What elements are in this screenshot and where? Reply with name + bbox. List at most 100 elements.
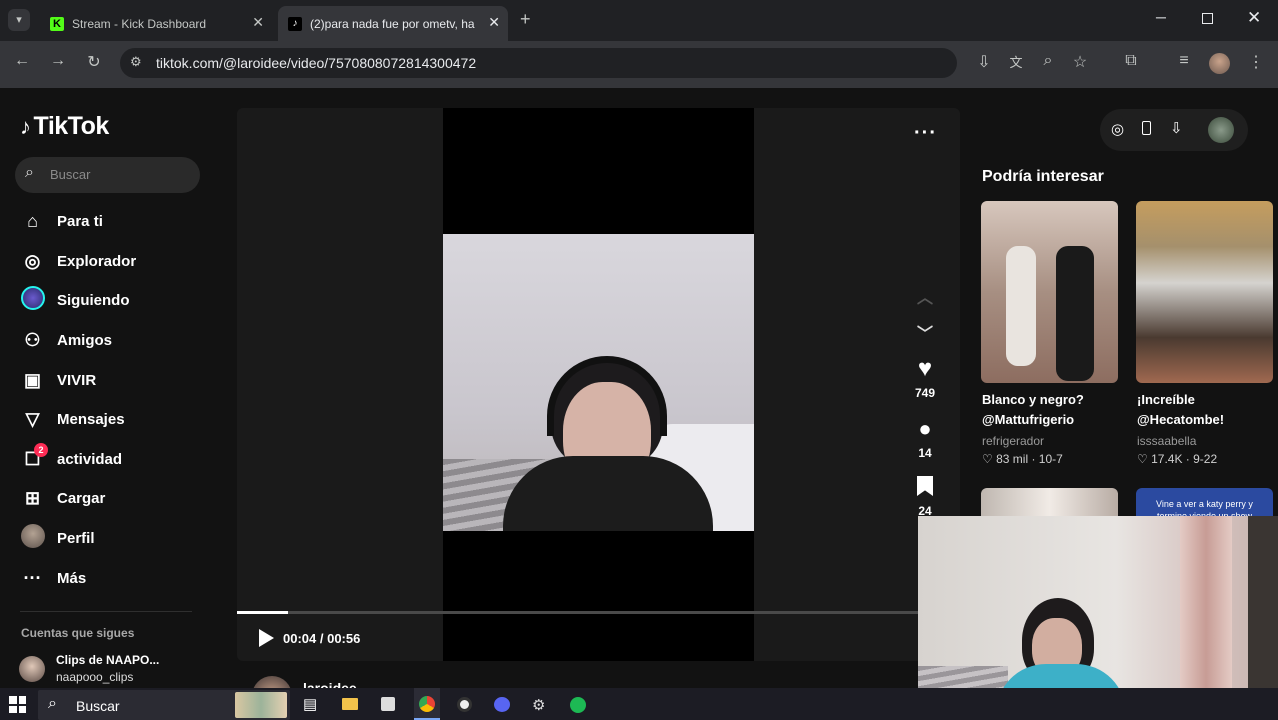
- device-icon[interactable]: [1142, 121, 1151, 135]
- explore-icon[interactable]: ◎: [1111, 120, 1124, 138]
- card-thumbnail: [1056, 246, 1094, 381]
- next-video-icon[interactable]: ﹀: [910, 320, 940, 344]
- person-body: [503, 456, 713, 531]
- tab-tiktok[interactable]: ♪ (2)para nada fue por ometv, ha ✕: [278, 6, 508, 41]
- minimize-icon[interactable]: ─: [1156, 9, 1166, 25]
- sidebar-item-vivir[interactable]: ▣ VIVIR: [20, 367, 96, 393]
- friends-icon: ⚇: [24, 329, 41, 350]
- play-icon[interactable]: [259, 629, 274, 647]
- video-card[interactable]: [1136, 201, 1273, 383]
- prev-video-icon[interactable]: ︿: [910, 284, 940, 308]
- spotify-icon[interactable]: [570, 697, 586, 713]
- taskbar-search[interactable]: ⌕ Buscar: [38, 690, 290, 720]
- search-placeholder: Buscar: [50, 167, 91, 182]
- windows-start-icon[interactable]: [9, 696, 26, 713]
- tab-title: Stream - Kick Dashboard: [72, 16, 207, 31]
- sidebar-item-perfil[interactable]: Perfil: [20, 523, 95, 551]
- sidebar-item-cargar[interactable]: ⊞ Cargar: [20, 485, 105, 511]
- account-handle: naapooo_clips: [56, 670, 134, 684]
- card-title[interactable]: ¡Increíble @Hecatombe!: [1137, 390, 1224, 430]
- heart-outline-icon: ♡: [982, 452, 997, 466]
- settings-icon[interactable]: ⚙: [532, 696, 545, 714]
- file-explorer-icon[interactable]: [342, 698, 358, 710]
- inbox-icon: ☐ 2: [20, 442, 48, 470]
- forward-icon[interactable]: →: [48, 52, 68, 70]
- new-tab-icon[interactable]: +: [520, 9, 531, 30]
- compass-icon: ◎: [24, 250, 41, 271]
- media-control-icon[interactable]: ≡: [1174, 52, 1194, 70]
- back-icon[interactable]: ←: [12, 52, 32, 70]
- video-progress-track[interactable]: [237, 611, 960, 614]
- task-view-icon[interactable]: ▤: [303, 695, 317, 713]
- heart-outline-icon: ♡: [1137, 452, 1152, 466]
- obs-icon[interactable]: [457, 697, 472, 712]
- video-frame-webcam[interactable]: [443, 234, 754, 531]
- reload-icon[interactable]: ↻: [84, 52, 104, 72]
- zoom-icon[interactable]: ⌕: [1038, 52, 1058, 70]
- heart-icon: ♥: [917, 355, 933, 382]
- comment-button[interactable]: ● 14: [910, 416, 940, 460]
- profile-avatar[interactable]: [1209, 53, 1230, 74]
- download-icon[interactable]: ⇩: [1170, 119, 1183, 137]
- restore-icon[interactable]: [1202, 13, 1213, 24]
- store-icon[interactable]: [381, 697, 395, 711]
- install-app-icon[interactable]: ⇩: [974, 52, 994, 72]
- menu-icon[interactable]: ⋮: [1246, 52, 1266, 72]
- comment-icon: ●: [918, 416, 932, 441]
- window-close-icon[interactable]: ✕: [1247, 8, 1261, 28]
- tab-kick-dashboard[interactable]: K Stream - Kick Dashboard ✕: [38, 6, 272, 41]
- like-button[interactable]: ♥ 749: [910, 355, 940, 401]
- sidebar-item-label: actividad: [57, 450, 123, 468]
- search-input[interactable]: ⌕ Buscar: [15, 157, 200, 193]
- comment-count: 14: [918, 446, 932, 460]
- save-button[interactable]: 24: [910, 476, 940, 518]
- recommendations-title: Podría interesar: [982, 168, 1104, 185]
- video-time: 00:04 / 00:56: [283, 631, 361, 646]
- video-card[interactable]: [981, 201, 1118, 383]
- account-name: Clips de NAAPO...: [56, 653, 160, 667]
- user-avatar[interactable]: [1208, 117, 1234, 143]
- discord-icon[interactable]: [494, 697, 510, 712]
- notification-badge: 2: [34, 442, 48, 457]
- card-stats: ♡ 83 mil · 10-7: [982, 452, 1063, 466]
- bookmark-icon: [917, 476, 933, 496]
- more-dots-icon: ···: [23, 567, 42, 588]
- card-user[interactable]: isssaabella: [1137, 434, 1196, 448]
- sidebar-item-label: Cargar: [57, 489, 106, 507]
- sidebar-item-mensajes[interactable]: ▽ Mensajes: [20, 406, 125, 432]
- card-user[interactable]: refrigerador: [982, 434, 1044, 448]
- sidebar-item-label: Explorador: [57, 252, 137, 270]
- site-info-icon[interactable]: ⚙: [130, 54, 142, 70]
- sidebar-item-amigos[interactable]: ⚇ Amigos: [20, 327, 112, 353]
- card-title[interactable]: Blanco y negro? @Mattufrigerio: [982, 390, 1084, 430]
- tiktok-logo[interactable]: ♪ TikTok: [20, 112, 109, 141]
- tiktok-logo-icon: ♪: [20, 114, 31, 139]
- sidebar-item-para-ti[interactable]: ⌂ Para ti: [20, 208, 103, 234]
- following-account[interactable]: Clips de NAAPO... naapooo_clips: [19, 651, 219, 687]
- send-icon: ▽: [25, 408, 40, 429]
- sidebar-item-label: VIVIR: [57, 371, 97, 389]
- video-progress-fill: [237, 611, 288, 614]
- sidebar-item-explorador[interactable]: ◎ Explorador: [20, 248, 137, 274]
- card-stats: ♡ 17.4K · 9-22: [1137, 452, 1218, 466]
- close-icon[interactable]: ✕: [488, 14, 500, 31]
- sidebar-item-mas[interactable]: ··· Más: [20, 565, 87, 591]
- more-options-icon[interactable]: ···: [914, 122, 937, 145]
- browser-tab-bar: ▾ K Stream - Kick Dashboard ✕ ♪ (2)para …: [0, 0, 1278, 41]
- sidebar-item-siguiendo[interactable]: Siguiendo: [20, 285, 130, 315]
- url-text[interactable]: tiktok.com/@laroidee/video/7570808072814…: [156, 55, 476, 71]
- translate-icon[interactable]: 文: [1006, 52, 1026, 71]
- chrome-icon[interactable]: [414, 688, 440, 720]
- sidebar-item-actividad[interactable]: ☐ 2 actividad: [20, 442, 123, 472]
- following-avatar-icon: [20, 285, 45, 315]
- kick-icon: K: [50, 16, 64, 31]
- extensions-icon[interactable]: ⧉: [1121, 52, 1141, 70]
- address-bar[interactable]: ⚙ tiktok.com/@laroidee/video/75708080728…: [120, 48, 957, 78]
- bookmark-star-icon[interactable]: ☆: [1070, 52, 1090, 72]
- close-icon[interactable]: ✕: [252, 14, 264, 31]
- taskbar-search-label: Buscar: [76, 698, 120, 714]
- windows-taskbar: ⌕ Buscar ▤ ⚙: [0, 688, 1278, 720]
- home-icon: ⌂: [27, 210, 38, 231]
- sidebar-item-label: Más: [57, 569, 87, 587]
- tab-search-button[interactable]: ▾: [8, 9, 30, 31]
